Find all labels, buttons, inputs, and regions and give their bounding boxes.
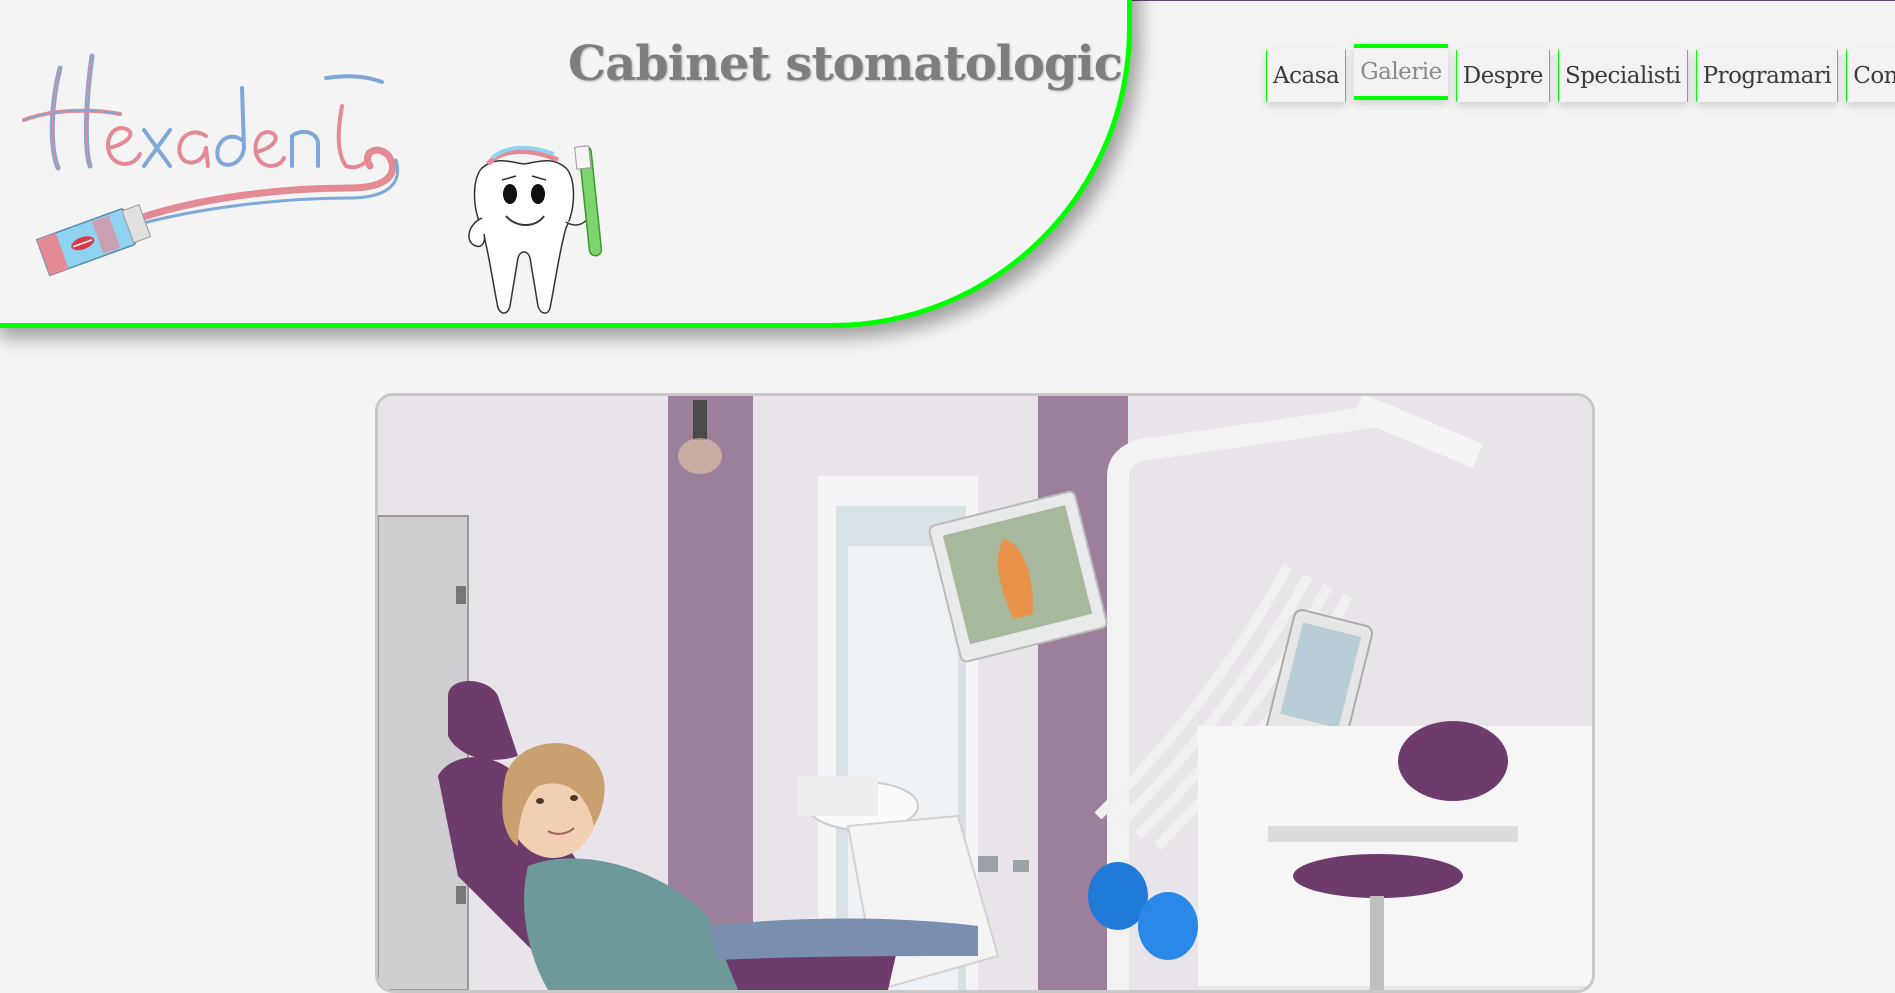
hexadent-logo[interactable]	[20, 48, 440, 288]
nav-item-despre[interactable]: Despre	[1455, 50, 1550, 102]
dental-office-image	[378, 396, 1592, 990]
main-navigation: Acasa Galerie Despre Specialisti Program…	[1266, 44, 1895, 102]
nav-item-acasa[interactable]: Acasa	[1266, 50, 1347, 102]
site-title: Cabinet stomatologic	[568, 36, 1123, 92]
nav-item-specialisti[interactable]: Specialisti	[1557, 50, 1688, 102]
tooth-mascot-illustration	[468, 145, 603, 314]
nav-item-programari[interactable]: Programari	[1695, 50, 1839, 102]
gallery-photo[interactable]	[375, 393, 1595, 993]
nav-item-galerie[interactable]: Galerie	[1354, 44, 1448, 100]
nav-item-contact[interactable]: Contact	[1846, 50, 1895, 102]
